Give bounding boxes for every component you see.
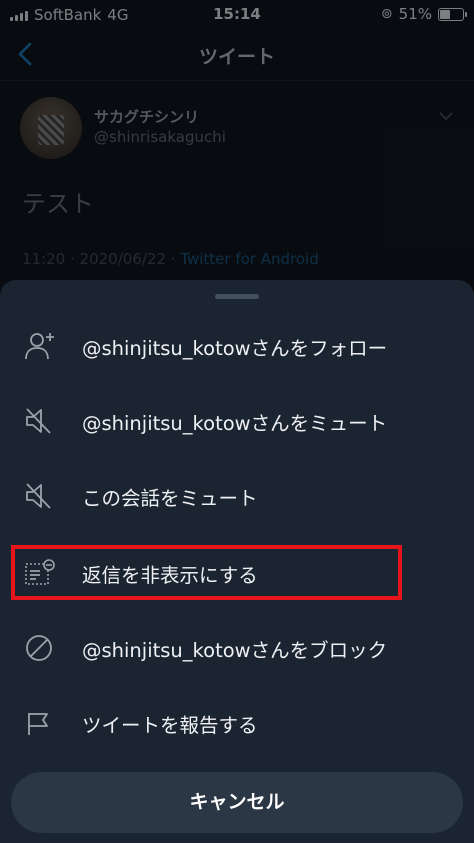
- mute-icon: [24, 406, 54, 436]
- mute-icon: [24, 481, 54, 511]
- action-sheet: @shinjitsu_kotowさんをフォロー @shinjitsu_kotow…: [0, 280, 474, 843]
- menu-item-label: この会話をミュート: [82, 487, 258, 510]
- highlight-box: [11, 545, 402, 600]
- sheet-handle[interactable]: [215, 294, 259, 299]
- menu-item-label: @shinjitsu_kotowさんをブロック: [82, 639, 388, 662]
- cancel-button[interactable]: キャンセル: [11, 772, 463, 833]
- screen: SoftBank 4G 15:14 ⊚ 51% ツイート サカグチシンリ @sh…: [0, 0, 474, 843]
- menu-item-mute-conversation[interactable]: この会話をミュート: [0, 465, 474, 525]
- menu-item-label: @shinjitsu_kotowさんをミュート: [82, 412, 388, 435]
- menu-item-mute-user[interactable]: @shinjitsu_kotowさんをミュート: [0, 390, 474, 450]
- flag-icon: [24, 708, 54, 738]
- follow-user-icon: [24, 331, 54, 361]
- menu-item-follow[interactable]: @shinjitsu_kotowさんをフォロー: [0, 315, 474, 375]
- menu-item-label: @shinjitsu_kotowさんをフォロー: [82, 337, 388, 360]
- menu-item-report[interactable]: ツイートを報告する: [0, 692, 474, 752]
- block-icon: [24, 633, 54, 663]
- menu-item-block[interactable]: @shinjitsu_kotowさんをブロック: [0, 617, 474, 677]
- menu-item-label: ツイートを報告する: [82, 714, 258, 737]
